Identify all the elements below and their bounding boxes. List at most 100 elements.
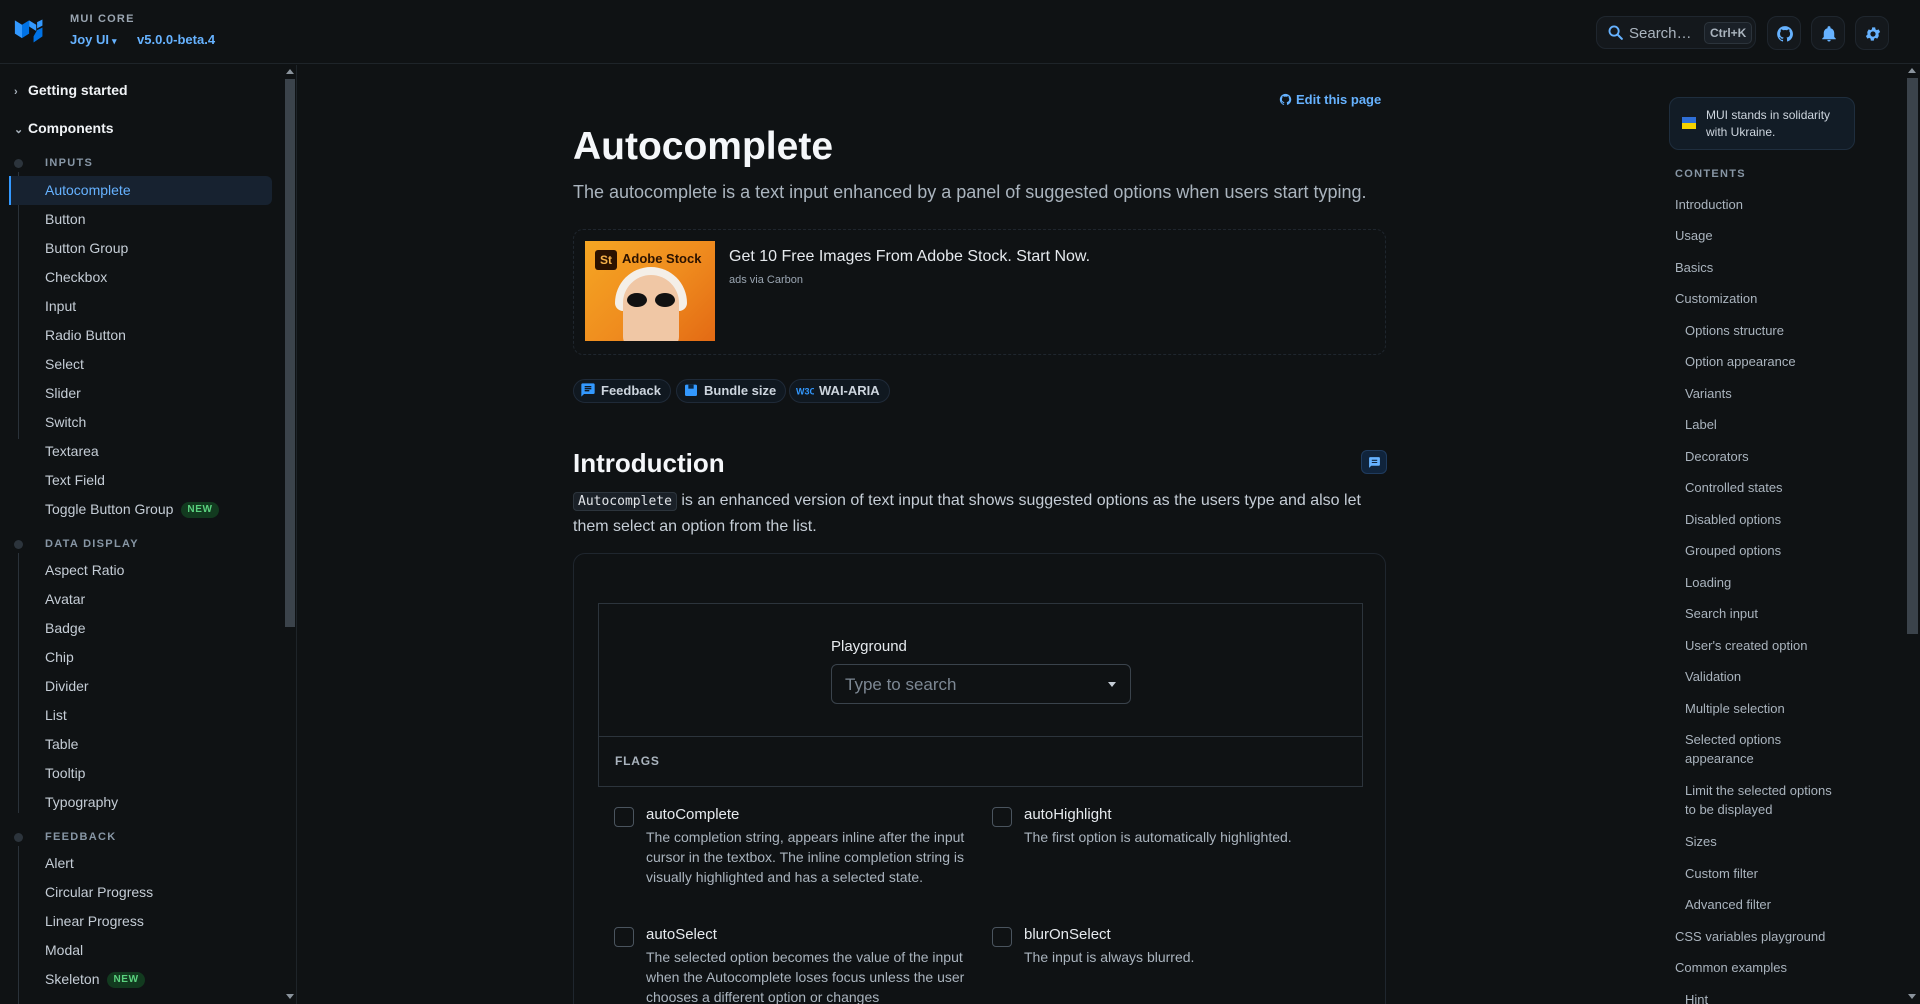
toc-link[interactable]: Limit the selected options to be display… [1685,781,1845,819]
sidebar-item-textarea[interactable]: Textarea [9,437,272,466]
sidebar-item-button-group[interactable]: Button Group [9,234,272,263]
sidebar-item-tooltip[interactable]: Tooltip [9,759,272,788]
sidebar-scrollbar-thumb[interactable] [285,79,295,627]
notifications-button[interactable] [1811,16,1845,50]
mui-logo-icon[interactable] [14,16,46,46]
toc-link[interactable]: Multiple selection [1685,699,1845,718]
sidebar-item-table[interactable]: Table [9,730,272,759]
autocomplete-input[interactable]: Type to search [831,664,1131,704]
app-window: MUI CORE Joy UI ▾ v5.0.0-beta.4 Search… C… [0,0,1920,1004]
search-button[interactable]: Search… Ctrl+K [1596,16,1756,49]
carbon-ad: St Adobe Stock Get 10 Free Images From A… [573,229,1386,355]
toc-link[interactable]: Selected options appearance [1685,730,1845,768]
sidebar-item-badge[interactable]: Badge [9,614,272,643]
section-label: Getting started [28,82,128,98]
toc-link[interactable]: Loading [1685,573,1845,592]
dropdown-arrow-icon[interactable] [1108,682,1116,687]
toc-link[interactable]: Decorators [1685,447,1845,466]
toc-link[interactable]: Basics [1675,258,1845,277]
ukraine-banner[interactable]: MUI stands in solidarity with Ukraine. [1669,97,1855,150]
chevron-right-icon: › [14,86,18,98]
sidebar-scrollbar[interactable] [283,65,296,1004]
scroll-down-arrow-icon[interactable] [286,994,294,999]
sidebar-item-select[interactable]: Select [9,350,272,379]
sidebar-item-autocomplete[interactable]: Autocomplete [9,176,272,205]
new-badge: NEW [181,502,219,519]
ad-via-link[interactable]: ads via Carbon [729,274,803,286]
sidebar-item-text-field[interactable]: Text Field [9,466,272,495]
edit-page-link[interactable]: Edit this page [1279,92,1381,107]
toc-link[interactable]: Label [1685,415,1845,434]
toc-link[interactable]: Validation [1685,667,1845,686]
toc-link[interactable]: Variants [1685,384,1845,403]
toc-link[interactable]: Hint [1685,990,1845,1004]
sidebar-item-switch[interactable]: Switch [9,408,272,437]
sidebar-item-avatar[interactable]: Avatar [9,585,272,614]
sidebar-item-toggle-button-group[interactable]: Toggle Button Group NEW [9,495,272,524]
sidebar-item-linear-progress[interactable]: Linear Progress [9,907,272,936]
flag-checkbox[interactable] [992,807,1012,827]
toc-link[interactable]: Disabled options [1685,510,1845,529]
sidebar-item-modal[interactable]: Modal [9,936,272,965]
ad-text[interactable]: Get 10 Free Images From Adobe Stock. Sta… [729,248,1090,266]
flag-description: The selected option becomes the value of… [646,949,965,1004]
top-app-bar: MUI CORE Joy UI ▾ v5.0.0-beta.4 Search… C… [0,0,1920,64]
sidebar-item-button[interactable]: Button [9,205,272,234]
toc-link[interactable]: Grouped options [1685,541,1845,560]
product-switcher[interactable]: Joy UI ▾ [70,32,117,47]
ad-image[interactable]: St Adobe Stock [585,241,715,341]
sidebar-item-input[interactable]: Input [9,292,272,321]
sidebar-item-checkbox[interactable]: Checkbox [9,263,272,292]
page-description: The autocomplete is a text input enhance… [573,182,1367,202]
toc-link[interactable]: Introduction [1675,195,1845,214]
flag-checkbox[interactable] [614,807,634,827]
ad-photo-sunglasses [627,293,677,307]
sidebar-item-label: Skeleton [45,971,100,987]
toc-link[interactable]: Customization [1675,289,1845,308]
toc-link[interactable]: Search input [1685,604,1845,623]
section-feedback-button[interactable] [1361,450,1387,474]
page-scrollbar[interactable] [1905,64,1920,1004]
toc-link[interactable]: Sizes [1685,832,1845,851]
sidebar-nav: › Getting started ⌄ Components INPUTS Auto… [0,65,297,1004]
sidebar-section-getting-started[interactable]: › Getting started [14,82,128,98]
input-placeholder: Type to search [845,675,957,694]
page-scrollbar-thumb[interactable] [1907,78,1918,634]
sidebar-item-slider[interactable]: Slider [9,379,272,408]
toc-link[interactable]: Controlled states [1685,478,1845,497]
toc-link[interactable]: Advanced filter [1685,895,1845,914]
sidebar-section-components[interactable]: ⌄ Components [14,120,114,136]
sidebar-item-circular-progress[interactable]: Circular Progress [9,878,272,907]
sidebar-item-divider[interactable]: Divider [9,672,272,701]
sidebar-item-list[interactable]: List [9,701,272,730]
search-label: Search… [1629,25,1692,42]
scroll-up-arrow-icon[interactable] [286,69,294,74]
sidebar-item-alert[interactable]: Alert [9,849,272,878]
caret-down-icon: ▾ [112,36,117,46]
flag-checkbox[interactable] [992,927,1012,947]
sidebar-item-typography[interactable]: Typography [9,788,272,817]
scroll-up-arrow-icon[interactable] [1908,68,1916,73]
toc-link[interactable]: Option appearance [1685,352,1845,371]
toc-link[interactable]: Options structure [1685,321,1845,340]
scroll-down-arrow-icon[interactable] [1908,994,1916,999]
introduction-paragraph: Autocomplete is an enhanced version of t… [573,488,1388,539]
settings-button[interactable] [1855,16,1889,50]
bundle-size-chip[interactable]: Bundle size [676,379,787,403]
toc-link[interactable]: Usage [1675,226,1845,245]
sidebar-item-radio-button[interactable]: Radio Button [9,321,272,350]
feedback-chip[interactable]: Feedback [573,379,671,403]
wai-aria-chip[interactable]: W3C WAI-ARIA [789,379,890,403]
github-button[interactable] [1767,16,1801,50]
category-inputs: INPUTS [45,157,94,169]
sidebar-item-skeleton[interactable]: Skeleton NEW [9,965,272,994]
version-selector[interactable]: v5.0.0-beta.4 [137,32,215,47]
toc-link[interactable]: Common examples [1675,958,1845,977]
search-icon [1608,25,1623,40]
sidebar-item-aspect-ratio[interactable]: Aspect Ratio [9,556,272,585]
flag-checkbox[interactable] [614,927,634,947]
toc-link[interactable]: User's created option [1685,636,1845,655]
toc-link[interactable]: Custom filter [1685,864,1845,883]
toc-link[interactable]: CSS variables playground [1675,927,1845,946]
sidebar-item-chip[interactable]: Chip [9,643,272,672]
